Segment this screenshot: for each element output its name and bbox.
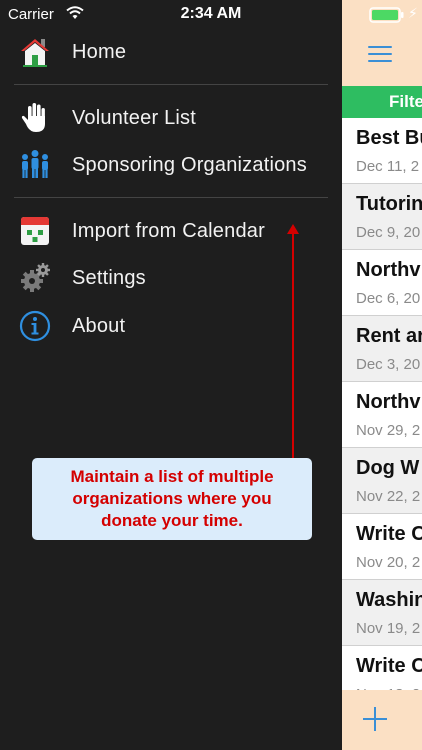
list-item-date: Dec 3, 20 xyxy=(356,356,421,373)
menu-item-settings[interactable]: Settings xyxy=(0,255,342,301)
menu-item-label: About xyxy=(72,314,126,337)
bottom-toolbar xyxy=(342,690,422,750)
hand-icon xyxy=(18,101,52,135)
list-item-title: Northv xyxy=(356,259,421,281)
list-item-title: Write C xyxy=(356,655,422,677)
filter-button[interactable]: Filte xyxy=(342,86,422,118)
menu-item-sponsoring-organizations[interactable]: Sponsoring Organizations xyxy=(0,142,342,188)
list-item-title: Best Bu xyxy=(356,127,422,149)
list-item-date: Dec 11, 2 xyxy=(356,158,420,175)
tooltip-callout: Maintain a list of multiple organization… xyxy=(32,458,312,540)
list-item-date: Nov 19, 2 xyxy=(356,620,421,637)
menu-divider xyxy=(14,84,328,85)
list-item-title: Write C xyxy=(356,523,422,545)
menu-item-about[interactable]: About xyxy=(0,303,342,349)
menu-item-label: Volunteer List xyxy=(72,106,196,129)
list-item[interactable]: Tutorin Dec 9, 20 xyxy=(342,184,422,250)
list-item[interactable]: Northv Nov 29, 2 xyxy=(342,382,422,448)
list-item-title: Dog W xyxy=(356,457,420,479)
info-icon xyxy=(18,309,52,343)
list-item-date: Nov 20, 2 xyxy=(356,554,421,571)
menu-item-label: Home xyxy=(72,40,127,63)
list-item-date: Dec 9, 20 xyxy=(356,224,421,241)
tooltip-text: Maintain a list of multiple organization… xyxy=(70,467,274,530)
main-content-peek[interactable]: ⚡ Filte Best Bu Dec 11, 2 Tutorin Dec 9,… xyxy=(342,0,422,750)
house-icon xyxy=(18,35,52,69)
tooltip-arrow-line xyxy=(292,232,294,462)
calendar-icon xyxy=(18,214,52,248)
list-item-title: Washin xyxy=(356,589,422,611)
gear-icon xyxy=(18,261,52,295)
list-item[interactable]: Washin Nov 19, 2 xyxy=(342,580,422,646)
side-drawer: Carrier Home Volunteer List Sponsoring O… xyxy=(0,0,342,750)
people-icon xyxy=(18,148,52,182)
list-item-title: Tutorin xyxy=(356,193,422,215)
menu-item-label: Sponsoring Organizations xyxy=(72,153,307,176)
menu-item-home[interactable]: Home xyxy=(0,29,342,75)
list-item[interactable]: Northv Dec 6, 20 xyxy=(342,250,422,316)
add-icon[interactable] xyxy=(363,707,387,731)
volunteer-list: Best Bu Dec 11, 2 Tutorin Dec 9, 20 Nort… xyxy=(342,118,422,712)
list-item-date: Nov 22, 2 xyxy=(356,488,421,505)
list-item-title: Rent ar xyxy=(356,325,422,347)
menu-divider xyxy=(14,197,328,198)
list-item[interactable]: Write C Nov 20, 2 xyxy=(342,514,422,580)
list-item[interactable]: Dog W Nov 22, 2 xyxy=(342,448,422,514)
menu-item-volunteer-list[interactable]: Volunteer List xyxy=(0,95,342,141)
list-item-date: Dec 6, 20 xyxy=(356,290,421,307)
menu-item-label: Import from Calendar xyxy=(72,219,265,242)
list-item[interactable]: Best Bu Dec 11, 2 xyxy=(342,118,422,184)
menu-item-label: Settings xyxy=(72,266,146,289)
list-item[interactable]: Rent ar Dec 3, 20 xyxy=(342,316,422,382)
hamburger-menu-icon[interactable] xyxy=(368,44,392,64)
list-item-title: Northv xyxy=(356,391,421,413)
status-time: 2:34 AM xyxy=(180,5,242,22)
list-item-date: Nov 29, 2 xyxy=(356,422,421,439)
